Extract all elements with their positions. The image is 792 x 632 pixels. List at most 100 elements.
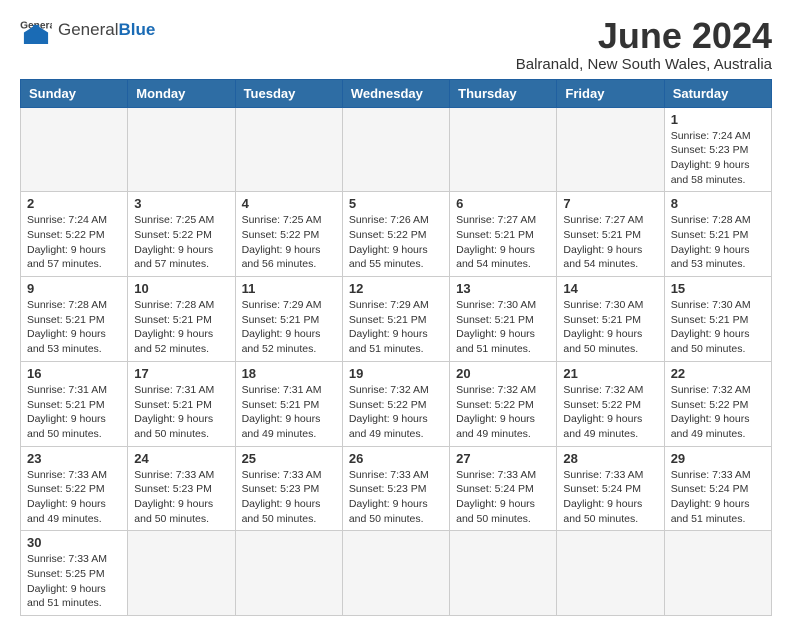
calendar-cell: 2 Sunrise: 7:24 AMSunset: 5:22 PMDaylight…: [21, 192, 128, 277]
day-number: 9: [27, 281, 121, 296]
day-number: 6: [456, 196, 550, 211]
logo-text: GeneralBlue: [58, 21, 155, 40]
day-info: Sunrise: 7:33 AMSunset: 5:23 PMDaylight:…: [242, 468, 336, 527]
calendar-cell: 30 Sunrise: 7:33 AMSunset: 5:25 PMDayligh…: [21, 531, 128, 616]
calendar-cell: 27 Sunrise: 7:33 AMSunset: 5:24 PMDayligh…: [450, 446, 557, 531]
day-number: 20: [456, 366, 550, 381]
calendar-cell: 22 Sunrise: 7:32 AMSunset: 5:22 PMDayligh…: [664, 361, 771, 446]
day-number: 8: [671, 196, 765, 211]
calendar-cell: 15 Sunrise: 7:30 AMSunset: 5:21 PMDayligh…: [664, 277, 771, 362]
day-info: Sunrise: 7:31 AMSunset: 5:21 PMDaylight:…: [242, 383, 336, 442]
day-number: 14: [563, 281, 657, 296]
col-header-saturday: Saturday: [664, 79, 771, 107]
calendar-cell: [342, 531, 449, 616]
calendar-cell: 11 Sunrise: 7:29 AMSunset: 5:21 PMDayligh…: [235, 277, 342, 362]
calendar-cell: [557, 107, 664, 192]
day-number: 10: [134, 281, 228, 296]
day-info: Sunrise: 7:33 AMSunset: 5:24 PMDaylight:…: [671, 468, 765, 527]
col-header-sunday: Sunday: [21, 79, 128, 107]
calendar-cell: 6Sunrise: 7:27 AMSunset: 5:21 PMDaylight…: [450, 192, 557, 277]
day-info: Sunrise: 7:29 AMSunset: 5:21 PMDaylight:…: [242, 298, 336, 357]
calendar-cell: 17 Sunrise: 7:31 AMSunset: 5:21 PMDayligh…: [128, 361, 235, 446]
day-number: 28: [563, 451, 657, 466]
day-info: Sunrise: 7:28 AMSunset: 5:21 PMDaylight:…: [134, 298, 228, 357]
day-number: 18: [242, 366, 336, 381]
day-info: Sunrise: 7:28 AMSunset: 5:21 PMDaylight:…: [671, 213, 765, 272]
day-info: Sunrise: 7:24 AMSunset: 5:23 PMDaylight:…: [671, 129, 765, 188]
day-number: 5: [349, 196, 443, 211]
calendar-week-row: 2 Sunrise: 7:24 AMSunset: 5:22 PMDaylight…: [21, 192, 772, 277]
calendar-cell: 1 Sunrise: 7:24 AMSunset: 5:23 PMDaylight…: [664, 107, 771, 192]
calendar-week-row: 9 Sunrise: 7:28 AMSunset: 5:21 PMDaylight…: [21, 277, 772, 362]
calendar-cell: 25Sunrise: 7:33 AMSunset: 5:23 PMDayligh…: [235, 446, 342, 531]
day-info: Sunrise: 7:24 AMSunset: 5:22 PMDaylight:…: [27, 213, 121, 272]
day-number: 15: [671, 281, 765, 296]
calendar-week-row: 16 Sunrise: 7:31 AMSunset: 5:21 PMDayligh…: [21, 361, 772, 446]
calendar-header-row: SundayMondayTuesdayWednesdayThursdayFrid…: [21, 79, 772, 107]
day-info: Sunrise: 7:28 AMSunset: 5:21 PMDaylight:…: [27, 298, 121, 357]
logo: General GeneralBlue: [20, 16, 155, 44]
day-number: 11: [242, 281, 336, 296]
day-number: 7: [563, 196, 657, 211]
day-info: Sunrise: 7:33 AMSunset: 5:24 PMDaylight:…: [563, 468, 657, 527]
day-info: Sunrise: 7:33 AMSunset: 5:23 PMDaylight:…: [134, 468, 228, 527]
day-number: 29: [671, 451, 765, 466]
calendar-cell: 3Sunrise: 7:25 AMSunset: 5:22 PMDaylight…: [128, 192, 235, 277]
day-number: 22: [671, 366, 765, 381]
location-subtitle: Balranald, New South Wales, Australia: [516, 56, 772, 73]
day-number: 17: [134, 366, 228, 381]
calendar-cell: [557, 531, 664, 616]
col-header-friday: Friday: [557, 79, 664, 107]
day-number: 13: [456, 281, 550, 296]
calendar-cell: 14Sunrise: 7:30 AMSunset: 5:21 PMDayligh…: [557, 277, 664, 362]
day-number: 21: [563, 366, 657, 381]
day-info: Sunrise: 7:30 AMSunset: 5:21 PMDaylight:…: [671, 298, 765, 357]
day-info: Sunrise: 7:33 AMSunset: 5:23 PMDaylight:…: [349, 468, 443, 527]
day-info: Sunrise: 7:33 AMSunset: 5:22 PMDaylight:…: [27, 468, 121, 527]
calendar-week-row: 1 Sunrise: 7:24 AMSunset: 5:23 PMDaylight…: [21, 107, 772, 192]
calendar-cell: 7 Sunrise: 7:27 AMSunset: 5:21 PMDaylight…: [557, 192, 664, 277]
calendar-cell: [664, 531, 771, 616]
day-info: Sunrise: 7:33 AMSunset: 5:24 PMDaylight:…: [456, 468, 550, 527]
calendar-cell: 20 Sunrise: 7:32 AMSunset: 5:22 PMDayligh…: [450, 361, 557, 446]
day-info: Sunrise: 7:32 AMSunset: 5:22 PMDaylight:…: [563, 383, 657, 442]
day-number: 19: [349, 366, 443, 381]
day-info: Sunrise: 7:31 AMSunset: 5:21 PMDaylight:…: [134, 383, 228, 442]
day-number: 27: [456, 451, 550, 466]
day-info: Sunrise: 7:32 AMSunset: 5:22 PMDaylight:…: [671, 383, 765, 442]
calendar-week-row: 23 Sunrise: 7:33 AMSunset: 5:22 PMDayligh…: [21, 446, 772, 531]
calendar-cell: [450, 107, 557, 192]
calendar-week-row: 30 Sunrise: 7:33 AMSunset: 5:25 PMDayligh…: [21, 531, 772, 616]
day-number: 23: [27, 451, 121, 466]
col-header-wednesday: Wednesday: [342, 79, 449, 107]
generalblue-logo-icon: General: [20, 16, 52, 44]
calendar-cell: 4Sunrise: 7:25 AMSunset: 5:22 PMDaylight…: [235, 192, 342, 277]
day-info: Sunrise: 7:33 AMSunset: 5:25 PMDaylight:…: [27, 552, 121, 611]
calendar-cell: 5 Sunrise: 7:26 AMSunset: 5:22 PMDaylight…: [342, 192, 449, 277]
day-number: 2: [27, 196, 121, 211]
calendar-cell: 10 Sunrise: 7:28 AMSunset: 5:21 PMDayligh…: [128, 277, 235, 362]
day-number: 30: [27, 535, 121, 550]
calendar-cell: 9 Sunrise: 7:28 AMSunset: 5:21 PMDaylight…: [21, 277, 128, 362]
day-number: 16: [27, 366, 121, 381]
calendar-cell: [235, 531, 342, 616]
calendar-cell: 8 Sunrise: 7:28 AMSunset: 5:21 PMDaylight…: [664, 192, 771, 277]
day-info: Sunrise: 7:26 AMSunset: 5:22 PMDaylight:…: [349, 213, 443, 272]
col-header-monday: Monday: [128, 79, 235, 107]
calendar-cell: 19 Sunrise: 7:32 AMSunset: 5:22 PMDayligh…: [342, 361, 449, 446]
calendar-cell: 12Sunrise: 7:29 AMSunset: 5:21 PMDayligh…: [342, 277, 449, 362]
calendar-cell: 16Sunrise: 7:31 AMSunset: 5:21 PMDayligh…: [21, 361, 128, 446]
day-info: Sunrise: 7:32 AMSunset: 5:22 PMDaylight:…: [349, 383, 443, 442]
day-info: Sunrise: 7:27 AMSunset: 5:21 PMDaylight:…: [563, 213, 657, 272]
day-number: 3: [134, 196, 228, 211]
calendar-cell: 28 Sunrise: 7:33 AMSunset: 5:24 PMDayligh…: [557, 446, 664, 531]
col-header-thursday: Thursday: [450, 79, 557, 107]
calendar-cell: [450, 531, 557, 616]
calendar-cell: 13Sunrise: 7:30 AMSunset: 5:21 PMDayligh…: [450, 277, 557, 362]
day-number: 1: [671, 112, 765, 127]
calendar-cell: [128, 531, 235, 616]
day-info: Sunrise: 7:32 AMSunset: 5:22 PMDaylight:…: [456, 383, 550, 442]
col-header-tuesday: Tuesday: [235, 79, 342, 107]
title-area: June 2024 Balranald, New South Wales, Au…: [516, 16, 772, 73]
calendar-cell: 18 Sunrise: 7:31 AMSunset: 5:21 PMDayligh…: [235, 361, 342, 446]
